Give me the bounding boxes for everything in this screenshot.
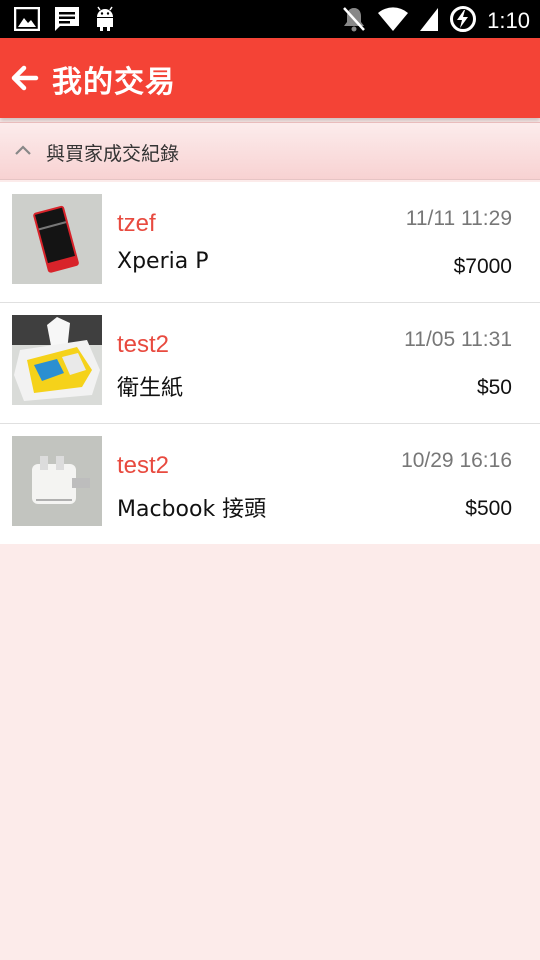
seller-name: test2 [117, 452, 170, 479]
transaction-price: $50 [476, 376, 512, 399]
battery-charging-icon [449, 5, 477, 37]
page-title: 我的交易 [52, 65, 176, 100]
arrow-back-icon [11, 65, 39, 91]
transaction-price: $500 [465, 497, 512, 520]
status-bar: 1:10 [0, 0, 540, 38]
transaction-date: 11/05 11:31 [404, 328, 512, 351]
message-icon [54, 6, 80, 36]
section-label: 與買家成交紀錄 [46, 143, 180, 165]
transaction-list: tzef Xperia P 11/11 11:29 $7000 test2 衛生… [0, 182, 540, 544]
status-bar-notifications [13, 6, 116, 36]
list-item[interactable]: test2 衛生紙 11/05 11:31 $50 [0, 303, 540, 424]
product-name: Macbook 接頭 [117, 497, 267, 522]
product-thumbnail [12, 315, 102, 405]
transaction-date: 10/29 16:16 [401, 449, 512, 472]
seller-name: test2 [117, 331, 170, 358]
image-icon [13, 6, 41, 35]
app-bar: 我的交易 [0, 38, 540, 118]
section-header-collapsible[interactable]: 與買家成交紀錄 [0, 122, 540, 180]
product-name: Xperia P [117, 249, 209, 274]
clock: 1:10 [487, 8, 530, 33]
notifications-off-icon [341, 5, 367, 37]
back-button[interactable] [10, 62, 40, 94]
status-bar-system: 1:10 [341, 5, 530, 37]
list-item[interactable]: tzef Xperia P 11/11 11:29 $7000 [0, 182, 540, 303]
product-thumbnail [12, 194, 102, 284]
android-icon [94, 6, 116, 36]
wifi-icon [377, 6, 409, 36]
signal-icon [419, 6, 439, 36]
product-thumbnail [12, 436, 102, 526]
list-item[interactable]: test2 Macbook 接頭 10/29 16:16 $500 [0, 424, 540, 544]
transaction-date: 11/11 11:29 [405, 207, 512, 230]
product-name: 衛生紙 [117, 376, 184, 401]
seller-name: tzef [117, 210, 156, 237]
transaction-price: $7000 [453, 255, 512, 278]
chevron-up-icon [15, 145, 31, 155]
